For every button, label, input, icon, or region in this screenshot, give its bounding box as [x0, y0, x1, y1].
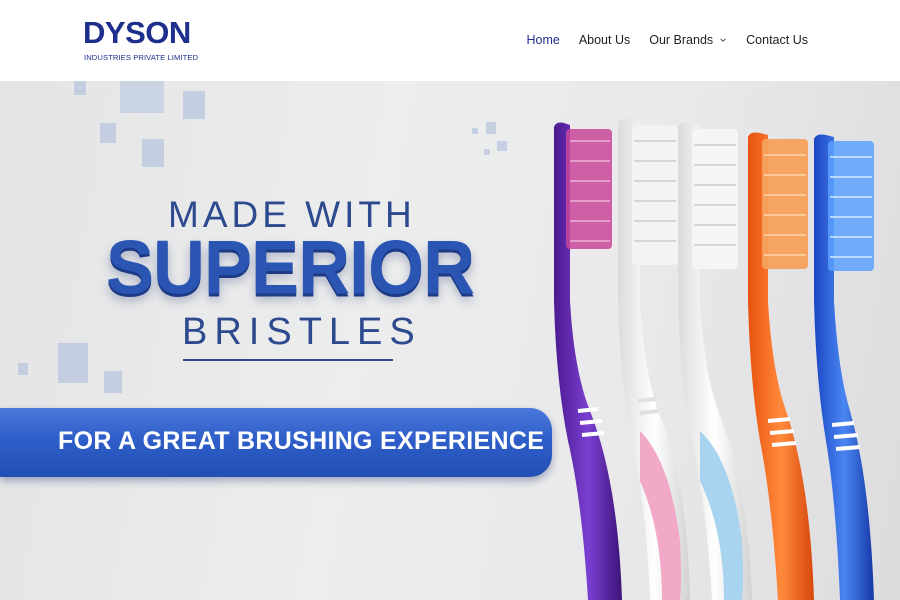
headline-underline — [183, 359, 393, 361]
site-header: DYSON INDUSTRIES PRIVATE LIMITED Home Ab… — [0, 0, 900, 81]
nav-our-brands[interactable]: Our Brands — [649, 33, 727, 47]
headline-bristles: BRISTLES — [182, 311, 422, 353]
orange-toothbrush — [748, 132, 814, 600]
main-nav: Home About Us Our Brands Contact Us — [507, 33, 808, 47]
decor-square — [104, 371, 122, 393]
lightblue-white-toothbrush — [678, 122, 752, 600]
decor-square — [58, 343, 88, 383]
decor-square — [74, 81, 86, 95]
logo-subtitle: INDUSTRIES PRIVATE LIMITED — [84, 53, 199, 62]
nav-contact-label: Contact Us — [746, 33, 808, 47]
decor-square — [497, 141, 507, 151]
logo-wordmark: DYSON — [83, 15, 191, 50]
decor-square — [472, 128, 478, 134]
nav-about-label: About Us — [578, 33, 631, 47]
dyson-logo[interactable]: DYSON INDUSTRIES PRIVATE LIMITED — [83, 17, 198, 67]
nav-about-us[interactable]: About Us — [579, 33, 630, 47]
purple-toothbrush — [554, 122, 622, 600]
nav-contact-us[interactable]: Contact Us — [746, 33, 808, 47]
decor-square — [18, 363, 28, 375]
headline-superior: SUPERIOR — [106, 225, 475, 311]
decor-square — [120, 81, 164, 113]
tagline-text: FOR A GREAT BRUSHING EXPERIENCE — [58, 427, 545, 455]
nav-home[interactable]: Home — [526, 33, 559, 47]
decor-square — [183, 91, 205, 119]
tagline-banner: FOR A GREAT BRUSHING EXPERIENCE — [0, 408, 552, 477]
hero-banner: MADE WITH SUPERIOR BRISTLES FOR A GREAT … — [0, 81, 900, 600]
blue-toothbrush — [814, 134, 874, 600]
toothbrushes-image — [554, 118, 874, 600]
decor-square — [484, 149, 490, 155]
chevron-down-icon — [720, 38, 726, 42]
decor-square — [142, 139, 164, 167]
decor-square — [100, 123, 116, 143]
nav-home-label: Home — [526, 33, 560, 47]
nav-brands-label: Our Brands — [649, 33, 714, 47]
decor-square — [486, 122, 496, 134]
